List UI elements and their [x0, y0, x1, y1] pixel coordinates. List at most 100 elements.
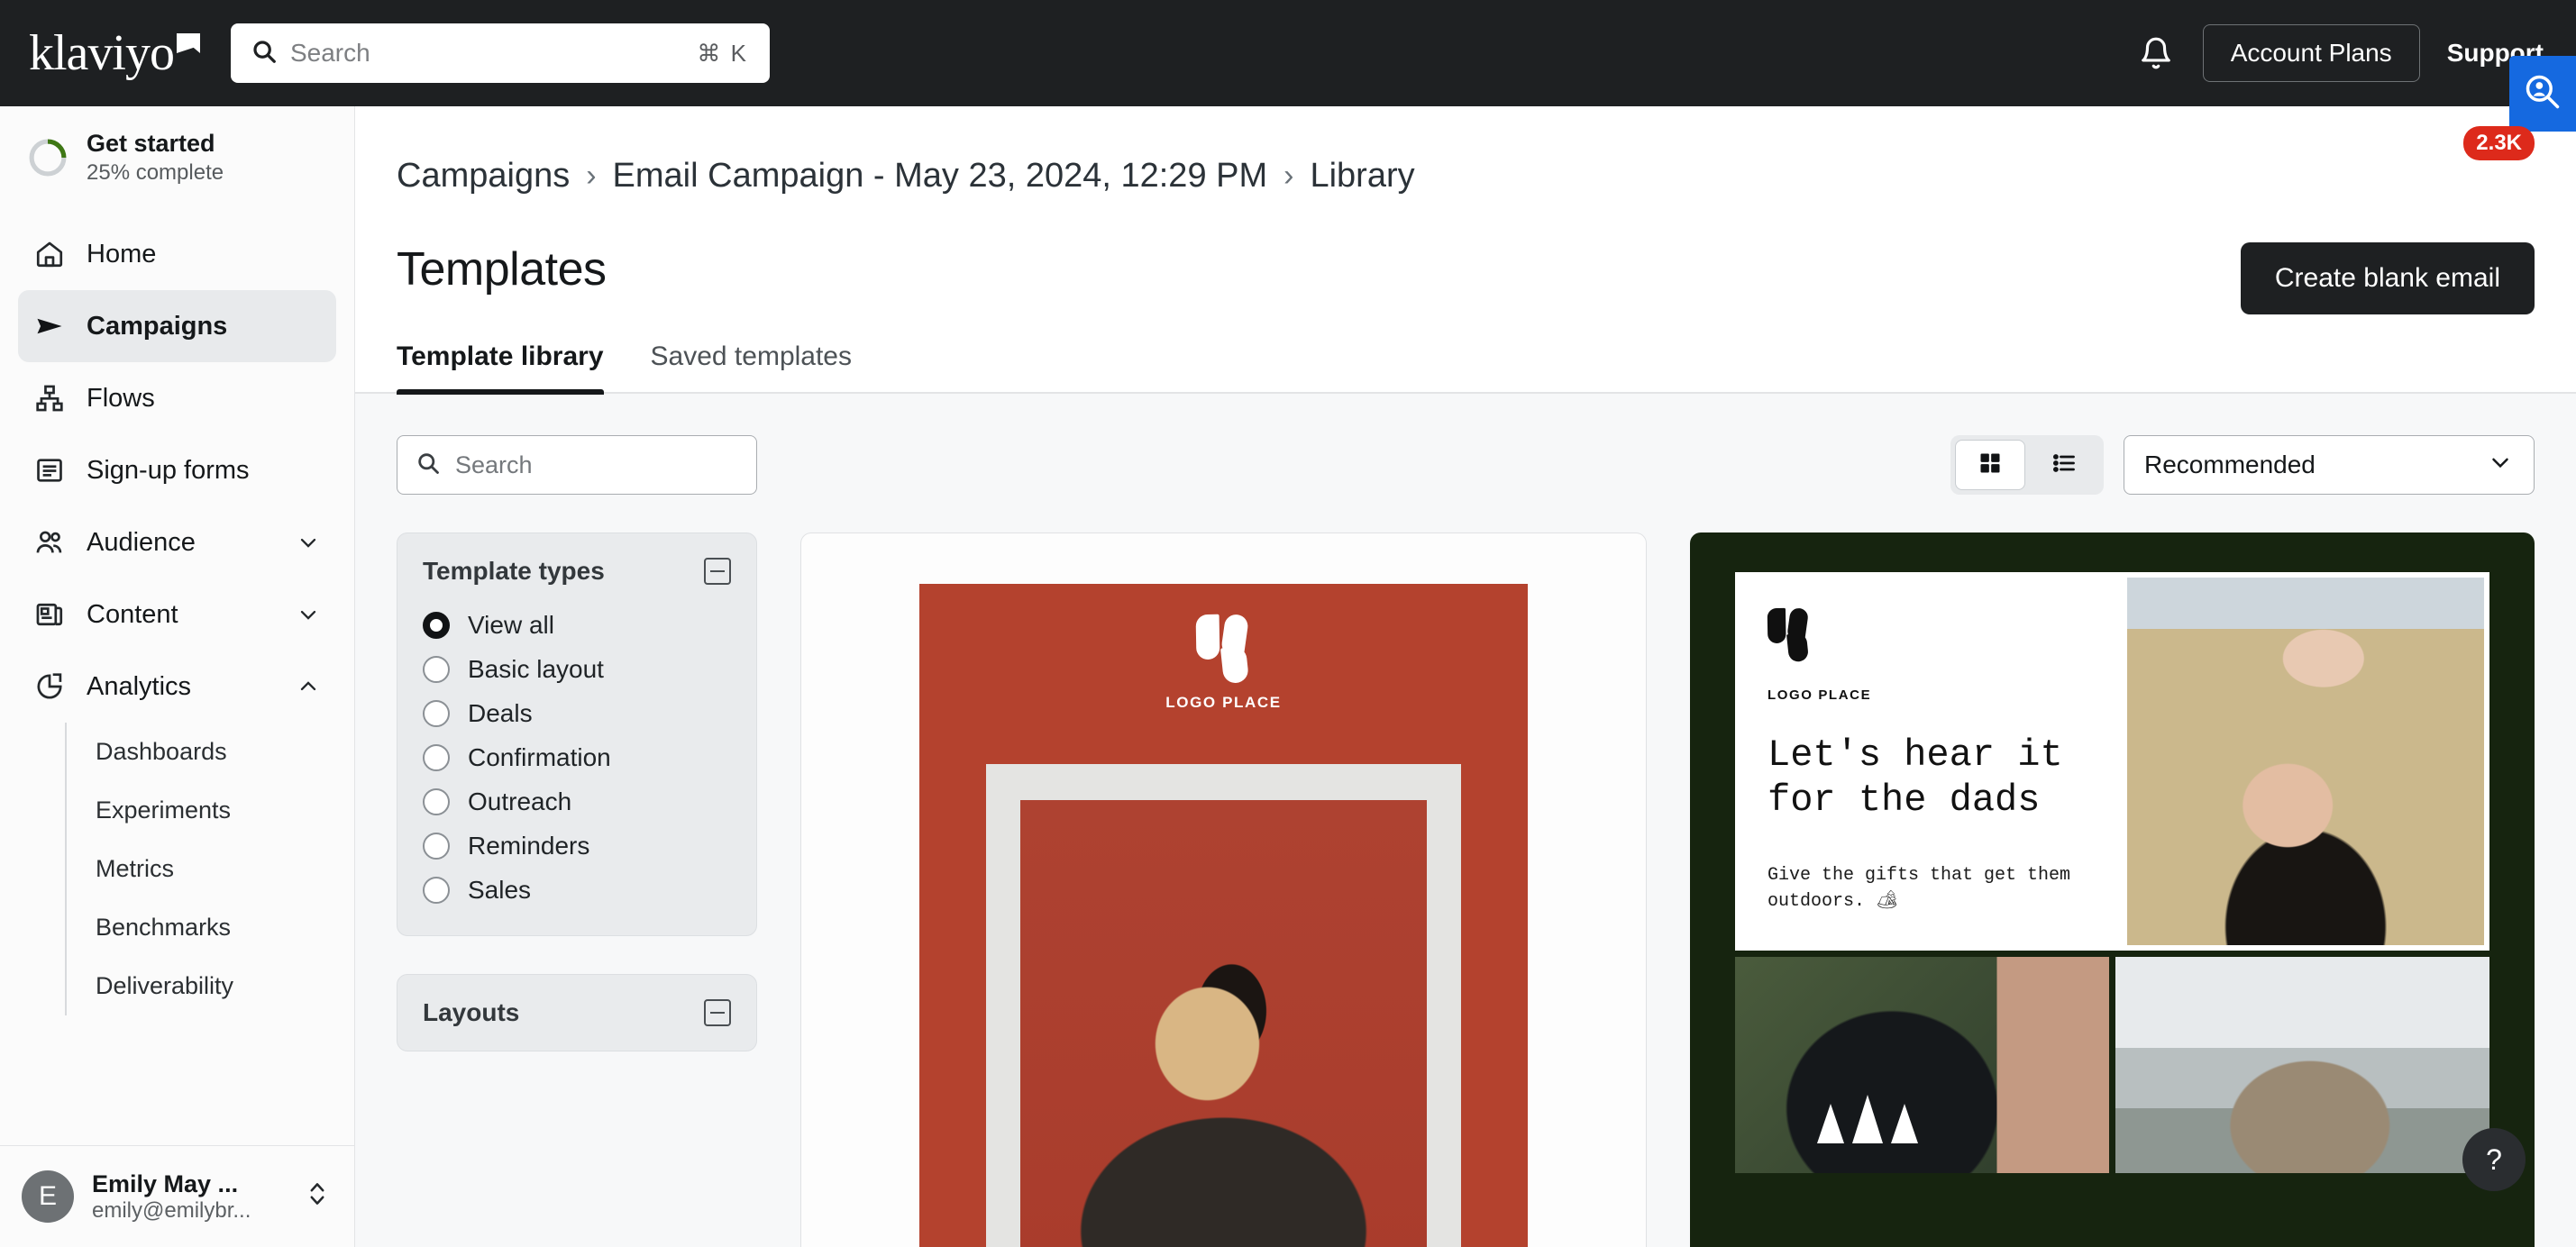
- sidebar-item-benchmarks[interactable]: Benchmarks: [67, 898, 336, 957]
- top-navigation-bar: klaviyo Search ⌘ K Account Plans Support: [0, 0, 2576, 160]
- filter-option-view-all[interactable]: View all: [423, 607, 731, 643]
- widget-unread-badge: 2.3K: [2463, 126, 2535, 160]
- sidebar-item-label: Home: [87, 239, 157, 269]
- sidebar-item-label: Content: [87, 599, 178, 629]
- filter-option-label: Outreach: [468, 787, 572, 815]
- list-view-button[interactable]: [2029, 440, 2099, 490]
- chevron-down-icon[interactable]: [295, 529, 322, 556]
- chevron-up-icon[interactable]: [295, 673, 322, 700]
- tab-saved-templates[interactable]: Saved templates: [651, 341, 852, 392]
- template-card[interactable]: LOGO PLACE: [800, 532, 1647, 1247]
- sidebar-item-label: Audience: [87, 527, 196, 557]
- user-profile-switcher[interactable]: E Emily May ... emily@emilybr...: [0, 1144, 354, 1247]
- profile-name: Emily May ...: [92, 1170, 239, 1197]
- filter-header: Template types: [423, 557, 731, 586]
- sidebar-item-home[interactable]: Home: [18, 218, 336, 290]
- pie-chart-icon: [32, 669, 67, 704]
- collapse-minus-icon[interactable]: [704, 558, 731, 585]
- template-hero-row: LOGO PLACE Let's hear it for the dads Gi…: [1735, 572, 2489, 951]
- template-card[interactable]: LOGO PLACE Let's hear it for the dads Gi…: [1690, 532, 2535, 1247]
- help-button[interactable]: ?: [2462, 1128, 2526, 1191]
- templates-search-placeholder: Search: [455, 451, 533, 478]
- filter-option-label: Reminders: [468, 832, 590, 860]
- filter-option-outreach[interactable]: Outreach: [423, 784, 731, 820]
- brand-wordmark: klaviyo: [29, 25, 175, 81]
- main-content: Campaigns › Email Campaign - May 23, 202…: [355, 106, 2576, 1247]
- search-shortcut-hint: ⌘ K: [697, 39, 748, 67]
- body-region: Get started 25% complete Home Campaigns …: [0, 106, 2576, 1247]
- filter-option-label: View all: [468, 611, 554, 639]
- top-nav-actions: Account Plans Support: [2136, 24, 2544, 82]
- templates-content: Search Recommended Template types View a…: [355, 394, 2576, 1247]
- template-photo-frame: [986, 764, 1461, 1247]
- filter-option-label: Confirmation: [468, 743, 611, 771]
- sidebar-item-audience[interactable]: Audience: [18, 506, 336, 578]
- radio-icon: [423, 700, 450, 727]
- templates-search-input[interactable]: Search: [397, 435, 757, 495]
- breadcrumb-item-library[interactable]: Library: [1310, 157, 1414, 196]
- notification-bell-icon[interactable]: [2136, 33, 2176, 73]
- home-icon: [32, 237, 67, 271]
- content-icon: [32, 597, 67, 632]
- get-started-widget[interactable]: Get started 25% complete: [0, 106, 354, 205]
- filter-option-sales[interactable]: Sales: [423, 872, 731, 908]
- filter-title: Template types: [423, 557, 605, 585]
- sidebar: Get started 25% complete Home Campaigns …: [0, 106, 355, 1247]
- page-header: Templates Create blank email: [355, 196, 2576, 314]
- account-plans-button[interactable]: Account Plans: [2202, 24, 2420, 82]
- progress-ring-icon: [27, 137, 69, 178]
- filter-options: View all Basic layout Deals Confirmation…: [423, 607, 731, 908]
- filter-option-confirmation[interactable]: Confirmation: [423, 740, 731, 776]
- global-search-input[interactable]: Search ⌘ K: [230, 23, 770, 83]
- grid-view-icon: [1978, 451, 2003, 480]
- grid-view-button[interactable]: [1955, 440, 2025, 490]
- user-search-widget[interactable]: [2509, 56, 2576, 132]
- breadcrumb-item-campaigns[interactable]: Campaigns: [397, 157, 570, 196]
- template-image-mug: [1735, 957, 2109, 1174]
- sidebar-item-signup-forms[interactable]: Sign-up forms: [18, 434, 336, 506]
- filter-option-reminders[interactable]: Reminders: [423, 828, 731, 864]
- avatar: E: [22, 1170, 74, 1223]
- sidebar-item-analytics[interactable]: Analytics: [18, 651, 336, 723]
- analytics-subnav: Dashboards Experiments Metrics Benchmark…: [65, 723, 336, 1016]
- sidebar-item-campaigns[interactable]: Campaigns: [18, 290, 336, 363]
- template-logo-caption: LOGO PLACE: [1165, 694, 1282, 711]
- chevron-down-icon[interactable]: [295, 601, 322, 628]
- chevron-down-icon: [2487, 449, 2514, 482]
- template-hero-text: LOGO PLACE Let's hear it for the dads Gi…: [1735, 572, 2127, 951]
- global-search-placeholder: Search: [289, 39, 370, 67]
- create-blank-email-button[interactable]: Create blank email: [2240, 242, 2535, 314]
- radio-icon: [423, 833, 450, 860]
- brand-flag-icon: [176, 33, 200, 53]
- view-mode-toggle: [1950, 435, 2104, 495]
- template-headline: Let's hear it for the dads: [1768, 733, 2063, 822]
- tab-template-library[interactable]: Template library: [397, 341, 604, 395]
- list-view-icon: [2051, 451, 2077, 480]
- app-root: klaviyo Search ⌘ K Account Plans Support: [0, 0, 2576, 1247]
- page-title: Templates: [397, 243, 607, 296]
- sidebar-item-deliverability[interactable]: Deliverability: [67, 957, 336, 1015]
- sort-select-value: Recommended: [2144, 451, 2316, 478]
- template-preview-body: LOGO PLACE: [919, 584, 1528, 1247]
- collapse-minus-icon[interactable]: [704, 999, 731, 1026]
- sidebar-item-label: Sign-up forms: [87, 455, 250, 485]
- logo-placeholder-icon: [1195, 613, 1252, 685]
- sidebar-item-dashboards[interactable]: Dashboards: [67, 723, 336, 781]
- templates-toolbar: Search Recommended: [397, 435, 2535, 495]
- sidebar-item-flows[interactable]: Flows: [18, 362, 336, 434]
- sidebar-item-label: Flows: [87, 383, 155, 413]
- breadcrumb-item-email-campaign[interactable]: Email Campaign - May 23, 2024, 12:29 PM: [613, 157, 1268, 196]
- filter-option-deals[interactable]: Deals: [423, 696, 731, 732]
- filters-panel: Template types View all Basic layout Dea…: [397, 532, 757, 1089]
- radio-icon: [423, 612, 450, 639]
- filter-option-label: Sales: [468, 876, 532, 904]
- page-tabs: Template library Saved templates: [355, 314, 2576, 395]
- filter-option-basic-layout[interactable]: Basic layout: [423, 651, 731, 687]
- klaviyo-logo[interactable]: klaviyo: [25, 28, 200, 78]
- sidebar-item-metrics[interactable]: Metrics: [67, 840, 336, 898]
- sidebar-item-experiments[interactable]: Experiments: [67, 781, 336, 840]
- chevron-up-down-icon[interactable]: [304, 1177, 331, 1215]
- sidebar-item-content[interactable]: Content: [18, 578, 336, 651]
- radio-icon: [423, 744, 450, 771]
- sort-select[interactable]: Recommended: [2124, 435, 2535, 495]
